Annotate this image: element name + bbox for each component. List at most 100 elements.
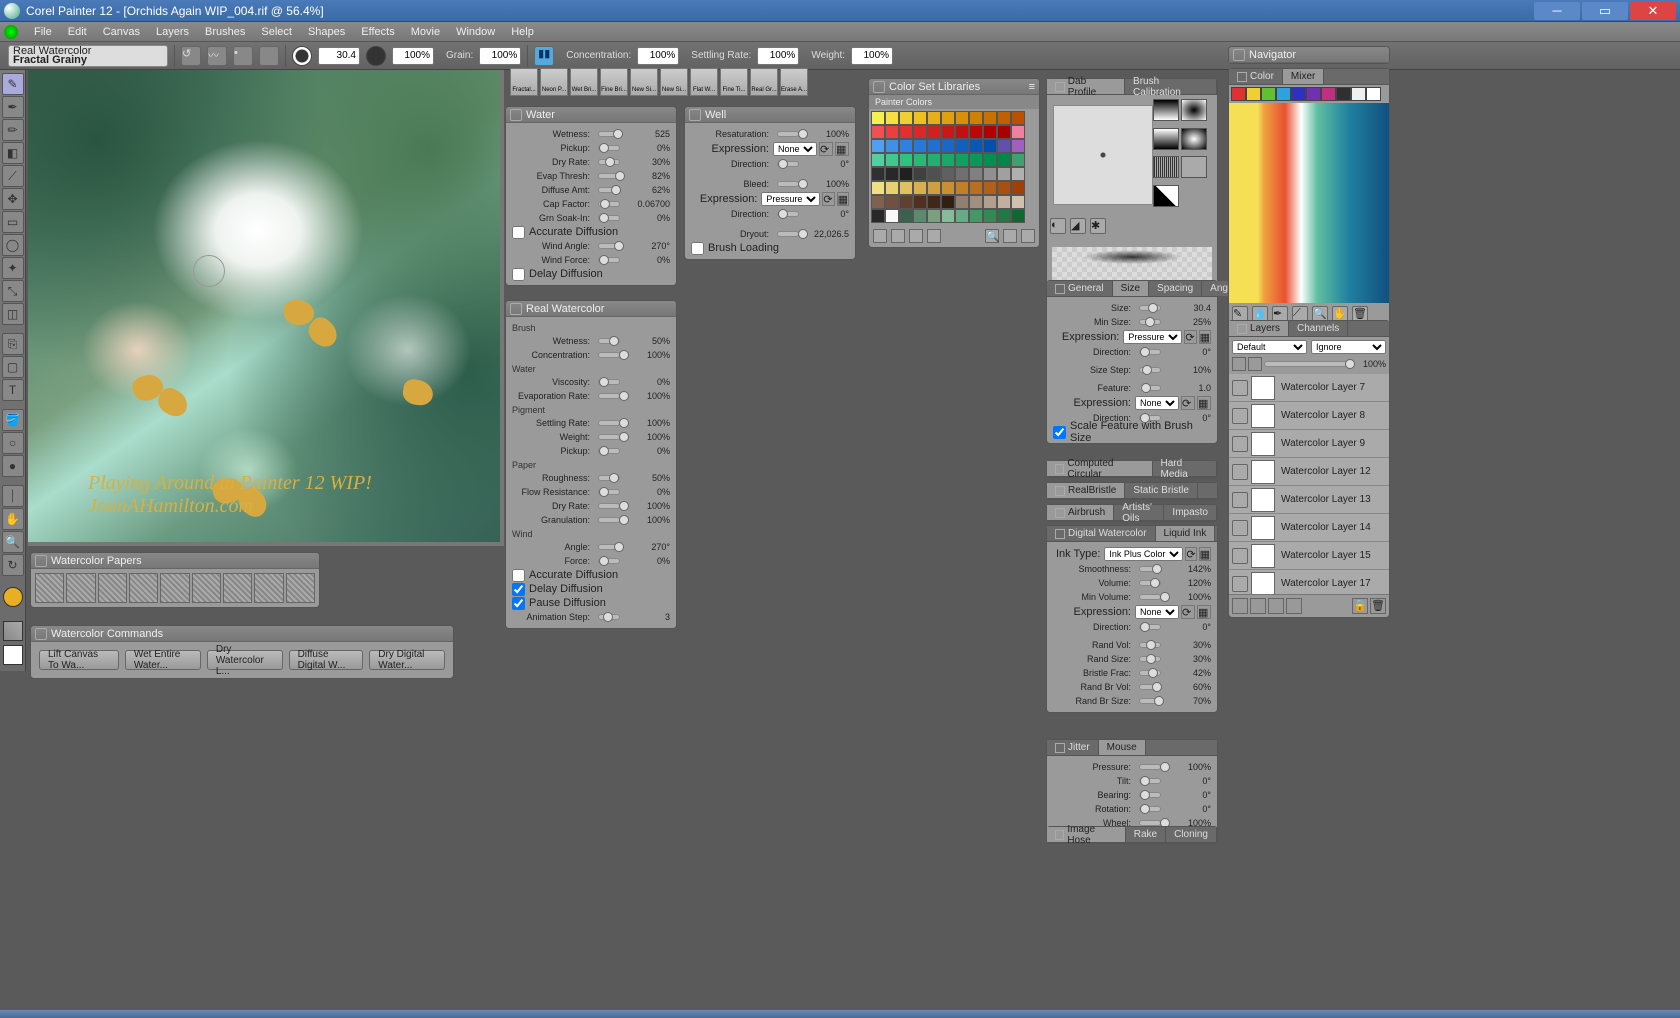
color-swatch[interactable] (941, 195, 955, 209)
color-swatch[interactable] (997, 195, 1011, 209)
brush-variant-shortcut[interactable]: New Si... (630, 68, 658, 96)
menu-select[interactable]: Select (253, 26, 300, 38)
concentration-input[interactable] (637, 47, 679, 65)
clone-tool[interactable]: ⎘ (2, 333, 24, 355)
mixer-color-swatch[interactable] (1336, 87, 1351, 101)
panel-menu-icon[interactable] (1055, 82, 1065, 92)
text-tool[interactable]: T (2, 379, 24, 401)
color-swatch[interactable] (955, 209, 969, 223)
slider[interactable] (1139, 656, 1161, 662)
color-swatch[interactable] (927, 111, 941, 125)
slider[interactable] (1139, 349, 1161, 355)
tab-color[interactable]: Color (1229, 69, 1283, 84)
checkbox[interactable] (512, 268, 525, 281)
panel-menu-icon[interactable] (1233, 49, 1245, 61)
minimize-button[interactable]: ─ (1534, 2, 1580, 20)
move-tool[interactable]: ✥ (2, 188, 24, 210)
slider[interactable] (598, 145, 620, 151)
pencil-tool[interactable]: ✏ (2, 119, 24, 141)
tab-image-hose[interactable]: Image Hose (1047, 827, 1126, 842)
expression-select[interactable]: None (773, 142, 817, 156)
color-swatch[interactable] (969, 181, 983, 195)
mixer-color-swatch[interactable] (1291, 87, 1306, 101)
color-swatch[interactable] (927, 209, 941, 223)
color-swatch[interactable] (899, 209, 913, 223)
sel-icon[interactable]: ▦ (837, 192, 849, 206)
delete-layer-icon[interactable]: 🗑 (1370, 598, 1386, 614)
slider[interactable] (598, 379, 620, 385)
shape-tool[interactable]: ▢ (2, 356, 24, 378)
secondary-swatch[interactable] (3, 645, 23, 665)
layer-row[interactable]: Watercolor Layer 17 (1229, 570, 1389, 594)
color-swatch[interactable] (941, 125, 955, 139)
layer-opacity-slider[interactable] (1264, 361, 1350, 367)
eraser-tool[interactable]: ◧ (2, 142, 24, 164)
slider[interactable] (598, 159, 620, 165)
layer-row[interactable]: Watercolor Layer 15 (1229, 542, 1389, 570)
tab-spacing[interactable]: Spacing (1149, 281, 1202, 296)
color-swatch[interactable] (969, 125, 983, 139)
checkbox[interactable] (691, 242, 704, 255)
profile-type-icon[interactable] (1153, 185, 1179, 207)
menu-brushes[interactable]: Brushes (197, 26, 253, 38)
color-swatch[interactable] (1011, 125, 1025, 139)
marquee-tool[interactable]: ▭ (2, 211, 24, 233)
menu-help[interactable]: Help (503, 26, 542, 38)
color-swatch[interactable] (927, 139, 941, 153)
slider[interactable] (598, 215, 620, 221)
brush-variant-shortcut[interactable]: New Si... (660, 68, 688, 96)
slider[interactable] (777, 211, 799, 217)
brush-variant-shortcut[interactable]: Fine Bri... (600, 68, 628, 96)
color-swatch[interactable] (871, 181, 885, 195)
profile-type-icon[interactable] (1181, 156, 1207, 178)
color-swatch[interactable] (899, 167, 913, 181)
color-swatch[interactable] (997, 111, 1011, 125)
color-swatch[interactable] (955, 111, 969, 125)
menu-edit[interactable]: Edit (60, 26, 95, 38)
color-swatch[interactable] (997, 167, 1011, 181)
color-swatch[interactable] (955, 139, 969, 153)
sel-icon[interactable]: ▦ (1197, 396, 1211, 410)
color-swatch[interactable] (927, 181, 941, 195)
color-swatch[interactable] (899, 139, 913, 153)
color-swatch[interactable] (969, 111, 983, 125)
invert-icon[interactable]: ⟳ (1185, 547, 1196, 561)
menu-effects[interactable]: Effects (353, 26, 402, 38)
paper-swatch[interactable] (98, 573, 127, 603)
slider[interactable] (598, 201, 620, 207)
brush-variant-shortcut[interactable]: Neon P... (540, 68, 568, 96)
paper-swatch[interactable] (35, 573, 64, 603)
color-swatch[interactable] (885, 167, 899, 181)
slider[interactable] (1139, 305, 1161, 311)
tab-cloning[interactable]: Cloning (1166, 827, 1217, 842)
slider[interactable] (777, 131, 799, 137)
layer-row[interactable]: Watercolor Layer 8 (1229, 402, 1389, 430)
color-swatch[interactable] (899, 125, 913, 139)
expression-select[interactable]: Pressure (761, 192, 820, 206)
slider[interactable] (598, 338, 620, 344)
tab-mixer[interactable]: Mixer (1283, 69, 1324, 84)
layer-mask-icon[interactable] (1250, 598, 1266, 614)
color-swatch[interactable] (955, 167, 969, 181)
checkbox[interactable] (512, 569, 525, 582)
brush-selector[interactable]: Real Watercolor Fractal Grainy (8, 45, 168, 67)
menu-movie[interactable]: Movie (403, 26, 448, 38)
slider[interactable] (1139, 385, 1161, 391)
expression-select[interactable]: Ink Plus Color (1104, 547, 1183, 561)
color-swatch[interactable] (913, 181, 927, 195)
tab-layers[interactable]: Layers (1229, 321, 1289, 336)
command-button[interactable]: Dry Digital Water... (369, 650, 445, 670)
panel-menu-icon[interactable] (510, 109, 522, 121)
brush-variant-shortcut[interactable]: Fractal... (510, 68, 538, 96)
color-swatch[interactable] (969, 167, 983, 181)
slider[interactable] (598, 614, 620, 620)
dodge-tool[interactable]: ○ (2, 432, 24, 454)
swatch-btn[interactable] (1003, 229, 1017, 243)
color-swatch[interactable] (899, 153, 913, 167)
color-swatch[interactable] (913, 111, 927, 125)
swatch-btn[interactable] (927, 229, 941, 243)
color-swatch[interactable] (955, 195, 969, 209)
color-swatch[interactable] (983, 125, 997, 139)
transform-tool[interactable]: ⤡ (2, 280, 24, 302)
color-swatch[interactable] (983, 209, 997, 223)
